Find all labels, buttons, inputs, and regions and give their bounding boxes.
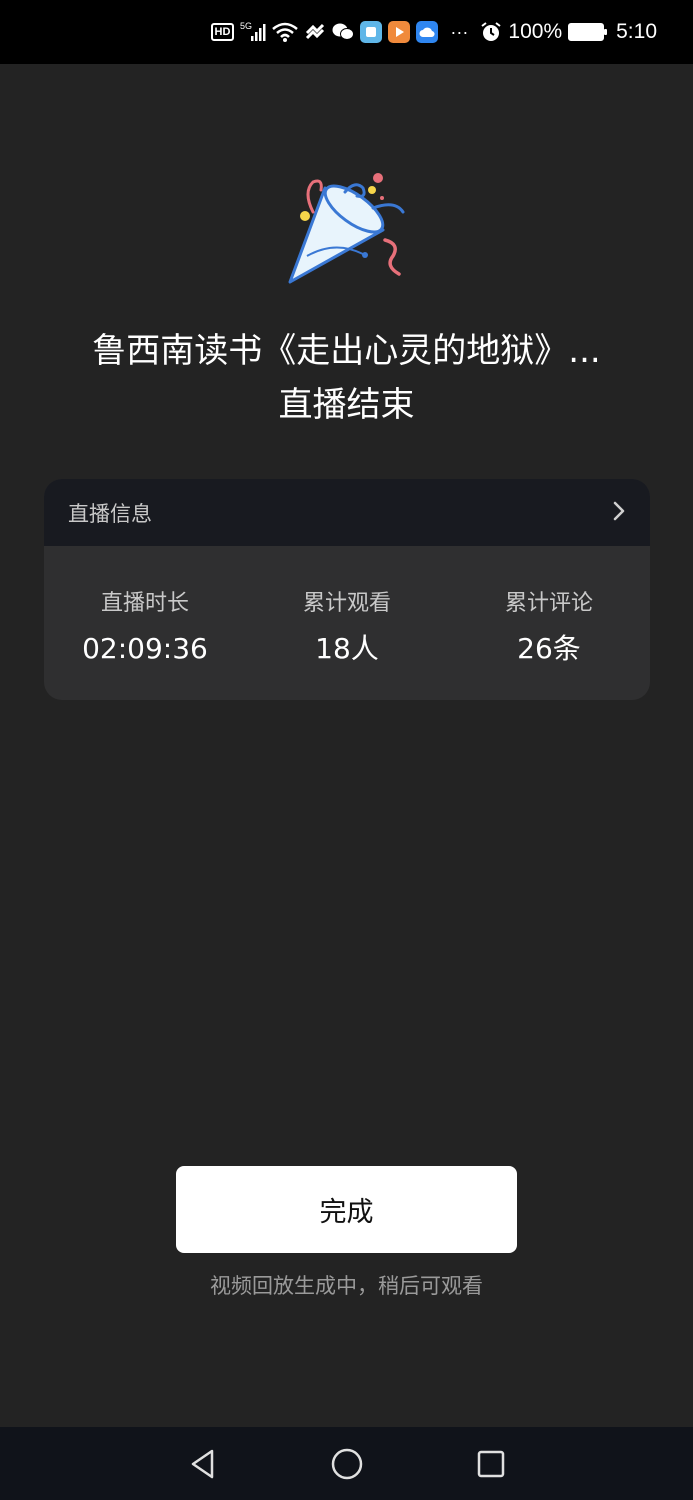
stat-label: 累计评论 bbox=[504, 591, 593, 616]
app-notification-icon bbox=[360, 21, 383, 43]
stat-comments: 累计评论 26条 bbox=[448, 546, 650, 700]
wifi-icon bbox=[272, 20, 299, 44]
party-popper-icon bbox=[285, 170, 410, 290]
clock: 5:10 bbox=[616, 20, 657, 43]
stat-value: 02:09:36 bbox=[82, 632, 208, 665]
video-app-icon bbox=[388, 21, 411, 43]
done-button[interactable]: 完成 bbox=[176, 1166, 517, 1253]
stat-viewers: 累计观看 18人 bbox=[246, 546, 448, 700]
more-notifications-icon: ··· bbox=[450, 21, 469, 42]
battery-percent: 100% bbox=[508, 20, 563, 43]
live-title: 鲁西南读书《走出心灵的地狱》... bbox=[92, 331, 601, 371]
status-bar: HD 5G ··· 100% 5:10 bbox=[0, 0, 693, 64]
live-info-header[interactable]: 直播信息 bbox=[44, 479, 650, 546]
home-button[interactable] bbox=[275, 1427, 419, 1500]
wechat-icon bbox=[332, 20, 355, 44]
stat-value: 26条 bbox=[517, 632, 581, 665]
live-info-card: 直播信息 直播时长 02:09:36 累计观看 18人 累计评论 26条 bbox=[44, 479, 650, 700]
hd-icon: HD bbox=[210, 20, 235, 44]
home-icon bbox=[331, 1448, 362, 1479]
replay-hint: 视频回放生成中，稍后可观看 bbox=[210, 1274, 483, 1298]
stat-label: 直播时长 bbox=[100, 591, 189, 616]
back-button[interactable] bbox=[131, 1427, 275, 1500]
chevron-right-icon[interactable] bbox=[612, 500, 626, 526]
recents-button[interactable] bbox=[419, 1427, 563, 1500]
stat-duration: 直播时长 02:09:36 bbox=[44, 546, 246, 700]
live-info-label: 直播信息 bbox=[68, 501, 152, 526]
cloud-icon bbox=[416, 21, 439, 43]
recents-icon bbox=[477, 1450, 504, 1477]
stat-value: 18人 bbox=[315, 632, 379, 665]
live-end-status: 直播结束 bbox=[278, 385, 415, 425]
hd-label: HD bbox=[210, 23, 235, 41]
live-stats: 直播时长 02:09:36 累计观看 18人 累计评论 26条 bbox=[44, 546, 650, 700]
network-type: 5G bbox=[240, 21, 252, 31]
link-icon bbox=[304, 20, 326, 44]
cellular-signal-icon: 5G bbox=[240, 20, 266, 44]
battery-icon bbox=[568, 23, 608, 41]
alarm-icon bbox=[480, 20, 502, 44]
back-icon bbox=[191, 1449, 213, 1478]
system-nav-bar bbox=[0, 1427, 693, 1500]
stat-label: 累计观看 bbox=[302, 591, 391, 616]
